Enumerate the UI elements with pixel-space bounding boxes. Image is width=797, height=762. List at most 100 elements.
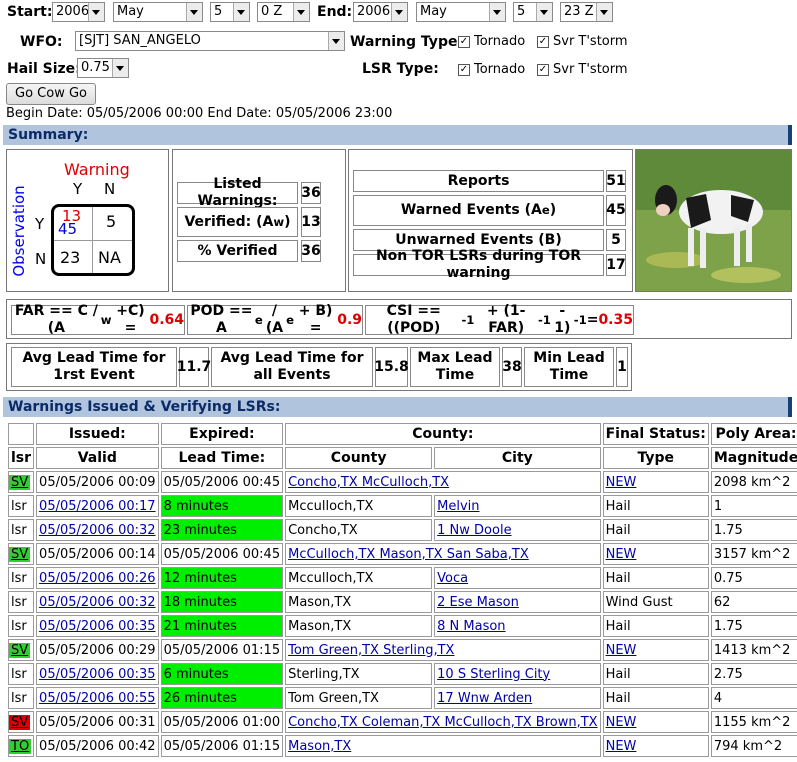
- expired-time: 05/05/2006 01:00: [160, 711, 284, 733]
- poly-area: 794 km^2: [710, 735, 797, 757]
- counties: McCulloch,TX Mason,TX San Saba,TX: [285, 543, 601, 565]
- col-header-poly-area: Poly Area:: [710, 423, 797, 445]
- chevron-down-icon: [88, 3, 104, 21]
- warning-type-label: Warning Type:: [350, 34, 464, 50]
- final-status-link[interactable]: NEW: [606, 715, 637, 730]
- expired-time: 05/05/2006 00:45: [160, 543, 284, 565]
- city-link[interactable]: Voca: [437, 571, 468, 586]
- city-link[interactable]: 17 Wnw Arden: [437, 691, 532, 706]
- chevron-down-icon: [391, 3, 407, 21]
- pod-value: 0.9: [337, 311, 363, 328]
- city-link[interactable]: 1 Nw Doole: [437, 523, 511, 538]
- lsr-row: lsr 05/05/2006 00:55 26 minutes Tom Green,T…: [8, 687, 797, 709]
- poly-area: 1413 km^2: [710, 639, 797, 661]
- listed-warnings-label: Listed Warnings:: [177, 176, 298, 209]
- warning-tag-link[interactable]: SV: [9, 642, 31, 658]
- city: 1 Nw Doole: [434, 519, 601, 541]
- lsr-svr-checkbox[interactable]: ✓ Svr T'storm: [537, 62, 628, 77]
- warning-svr-checkbox[interactable]: ✓ Svr T'storm: [537, 34, 628, 49]
- verified-label: Verified: (A w): [177, 207, 298, 237]
- warning-row: SV 05/05/2006 00:29 05/05/2006 01:15 Tom Gr…: [8, 639, 797, 661]
- table-subheader-row: lsr Valid Lead Time: County City Type Ma…: [8, 447, 797, 469]
- warning-no-label: N: [104, 180, 116, 198]
- col-header-city: City: [434, 447, 601, 469]
- lsr-tag: lsr: [8, 495, 35, 517]
- magnitude: 4: [710, 687, 797, 709]
- lsr-tornado-checkbox[interactable]: ✓ Tornado: [458, 62, 525, 77]
- lsr-tag: lsr: [8, 663, 35, 685]
- warning-tag-cell: SV: [8, 639, 35, 661]
- county: Mason,TX: [285, 591, 433, 613]
- events-stats-panel: Reports 51 Warned Events (A e) 45 Unwarne…: [348, 149, 633, 292]
- pod-metric: POD == Ae / (A e + B) = 0.9: [187, 303, 363, 336]
- summary-header: Summary:: [3, 125, 792, 145]
- county: Mcculloch,TX: [285, 495, 433, 517]
- final-status-link[interactable]: NEW: [606, 739, 637, 754]
- lsr-type-label: LSR Type:: [362, 61, 439, 77]
- event-type: Hail: [602, 663, 709, 685]
- end-day-select[interactable]: 5: [513, 2, 553, 22]
- city-link[interactable]: 2 Ese Mason: [437, 595, 519, 610]
- valid-time: 05/05/2006 00:17: [36, 495, 159, 517]
- listed-warnings-value: 36: [301, 182, 321, 204]
- final-status-link[interactable]: NEW: [606, 547, 637, 562]
- counties-link[interactable]: Mason,TX: [288, 739, 351, 754]
- counties-link[interactable]: McCulloch,TX Mason,TX San Saba,TX: [288, 547, 529, 562]
- start-year-select[interactable]: 2006: [52, 2, 105, 22]
- warning-row: SV 05/05/2006 00:31 05/05/2006 01:00 Concho…: [8, 711, 797, 733]
- counties-link[interactable]: Concho,TX Coleman,TX McCulloch,TX Brown,…: [288, 715, 597, 730]
- counties-link[interactable]: Concho,TX McCulloch,TX: [288, 475, 449, 490]
- issued-time: 05/05/2006 00:09: [36, 471, 159, 493]
- valid-time-link[interactable]: 05/05/2006 00:26: [39, 571, 156, 586]
- end-year-select[interactable]: 2006: [353, 2, 408, 22]
- chevron-down-icon: [489, 3, 505, 21]
- chevron-down-icon: [536, 3, 552, 21]
- city: 8 N Mason: [434, 615, 601, 637]
- issued-time: 05/05/2006 00:31: [36, 711, 159, 733]
- warning-tag-link[interactable]: TO: [9, 738, 32, 754]
- city-link[interactable]: 10 S Sterling City: [437, 667, 550, 682]
- expired-time: 05/05/2006 01:15: [160, 735, 284, 757]
- warned-events-label: Warned Events (A e): [353, 195, 604, 226]
- end-month-select[interactable]: May: [416, 2, 506, 22]
- go-cow-go-button[interactable]: Go Cow Go: [6, 83, 96, 105]
- counties-link[interactable]: Tom Green,TX Sterling,TX: [288, 643, 454, 658]
- end-hour-select[interactable]: 23 Z: [560, 2, 613, 22]
- start-hour-select[interactable]: 0 Z: [257, 2, 310, 22]
- county: Mason,TX: [285, 615, 433, 637]
- col-header-lead-time: Lead Time:: [160, 447, 284, 469]
- min-lead-value: 1: [616, 347, 628, 387]
- poly-area: 1155 km^2: [710, 711, 797, 733]
- lead-time: 23 minutes: [160, 519, 284, 541]
- valid-time-link[interactable]: 05/05/2006 00:32: [39, 523, 156, 538]
- warning-tag-link[interactable]: SV: [9, 546, 31, 562]
- wfo-select[interactable]: [SJT] SAN_ANGELO: [75, 31, 345, 51]
- check-icon: ✓: [458, 35, 470, 48]
- warning-tag-link[interactable]: SV: [9, 714, 31, 730]
- magnitude: 2.75: [710, 663, 797, 685]
- warning-tornado-checkbox[interactable]: ✓ Tornado: [458, 34, 525, 49]
- valid-time-link[interactable]: 05/05/2006 00:35: [39, 619, 156, 634]
- warning-row: SV 05/05/2006 00:09 05/05/2006 00:45 Concho…: [8, 471, 797, 493]
- valid-time-link[interactable]: 05/05/2006 00:35: [39, 667, 156, 682]
- city-link[interactable]: 8 N Mason: [437, 619, 505, 634]
- col-header-magnitude: Magnitude: [710, 447, 797, 469]
- min-lead-label: Min Lead Time: [524, 347, 614, 387]
- valid-time-link[interactable]: 05/05/2006 00:17: [39, 499, 156, 514]
- final-status-link[interactable]: NEW: [606, 475, 637, 490]
- hail-size-select[interactable]: 0.75: [77, 58, 129, 78]
- final-status: NEW: [602, 639, 709, 661]
- final-status-link[interactable]: NEW: [606, 643, 637, 658]
- final-status: NEW: [602, 471, 709, 493]
- city-link[interactable]: Melvin: [437, 499, 479, 514]
- start-month-select[interactable]: May: [113, 2, 203, 22]
- start-day-select[interactable]: 5: [210, 2, 250, 22]
- col-header-county: County: [285, 447, 433, 469]
- valid-time-link[interactable]: 05/05/2006 00:55: [39, 691, 156, 706]
- hail-size-label: Hail Size:: [7, 61, 81, 77]
- col-header-blank: [8, 423, 35, 445]
- warning-tag-link[interactable]: SV: [9, 474, 31, 490]
- reports-value: 51: [606, 170, 626, 192]
- valid-time-link[interactable]: 05/05/2006 00:32: [39, 595, 156, 610]
- city: Melvin: [434, 495, 601, 517]
